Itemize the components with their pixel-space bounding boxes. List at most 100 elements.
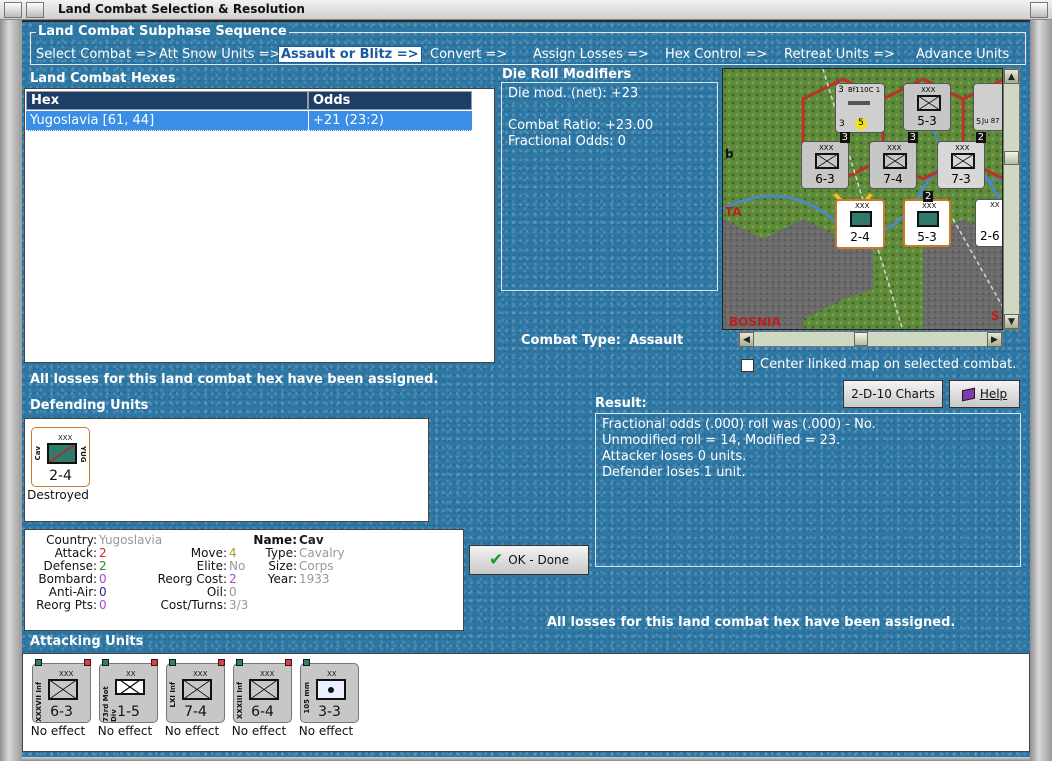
attacking-unit-1-size: XXX: [59, 670, 74, 678]
ok-done-button[interactable]: ✔ OK - Done: [469, 545, 589, 575]
attacking-unit-4-strength: 6-4: [251, 704, 274, 720]
map-label-region: TA: [725, 205, 742, 219]
map-label-b: b: [725, 147, 734, 161]
hexes-column-hex[interactable]: Hex: [26, 91, 308, 110]
attacking-unit-1-strength: 6-3: [50, 704, 73, 720]
map-unit-m3[interactable]: 2 XXX 7-3: [937, 132, 986, 189]
map-unit-m5-name: Ju 87: [982, 117, 1000, 125]
map-unit-m6-cavalry-icon: [850, 211, 872, 227]
unit-status-indicator-2: [84, 659, 91, 666]
cavalry-icon: [47, 443, 77, 464]
map-unit-m3-infantry-icon: [951, 153, 975, 169]
map-unit-m7-badge: 2: [923, 191, 934, 202]
sequence-title: Land Combat Subphase Sequence: [36, 24, 289, 39]
seq-advance-units[interactable]: Advance Units: [916, 47, 1009, 62]
defending-unit-size: XXX: [58, 434, 73, 442]
charts-button[interactable]: 2-D-10 Charts: [843, 380, 943, 408]
seq-hex-control[interactable]: Hex Control =>: [665, 47, 767, 62]
scroll-up-icon[interactable]: ▲: [1004, 69, 1019, 84]
attacking-unit-2-strength: 1-5: [117, 704, 140, 720]
charts-button-label: 2-D-10 Charts: [851, 387, 935, 401]
map-unit-m2-badge: 3: [907, 132, 918, 143]
map-unit-m1-badge: 3: [839, 132, 850, 143]
map-horizontal-scroll-thumb[interactable]: [854, 332, 868, 346]
attacking-title: Attacking Units: [30, 634, 144, 649]
map-vertical-scrollbar[interactable]: ▲ ▼: [1003, 68, 1020, 330]
scroll-down-icon[interactable]: ▼: [1004, 314, 1019, 329]
unit-status-indicator: [303, 659, 310, 666]
losses-message-bottom: All losses for this land combat hex have…: [547, 615, 956, 630]
stat-country: Yugoslavia: [99, 533, 163, 547]
defending-unit-nation: YUG: [79, 446, 87, 463]
map-vertical-scroll-thumb[interactable]: [1004, 151, 1019, 165]
window-menu-button[interactable]: [4, 2, 22, 18]
result-box: Fractional odds (.000) roll was (.000) -…: [595, 413, 1021, 567]
stat-year: 1933: [299, 572, 330, 586]
modifiers-net: Die mod. (net): +23: [508, 86, 639, 101]
map-unit-m8-str: 2-6: [980, 229, 1000, 243]
seq-att-snow-units[interactable]: Att Snow Units =>: [159, 47, 280, 62]
seq-retreat-units[interactable]: Retreat Units =>: [784, 47, 895, 62]
hexes-row-odds[interactable]: +21 (23:2): [308, 111, 472, 131]
window-menu-button-2[interactable]: [26, 2, 44, 18]
map-unit-m7[interactable]: 2 XXX 5-3: [903, 191, 951, 247]
combat-map[interactable]: BOSNIA TA b S 3 Bf110C 1 3 5 XXX 5-3 Ju …: [722, 68, 1003, 330]
center-link-label[interactable]: Center linked map on selected combat.: [760, 357, 1016, 372]
map-unit-m6[interactable]: XXX 2-4: [835, 199, 885, 249]
modifiers-title: Die Roll Modifiers: [502, 67, 632, 82]
infantry-icon: [48, 679, 78, 700]
scroll-left-icon[interactable]: ◀: [739, 332, 754, 347]
stat-reorg: 0: [99, 598, 107, 612]
map-unit-m3-badge: 2: [975, 132, 986, 143]
seq-convert[interactable]: Convert =>: [430, 47, 507, 62]
hexes-row-hex[interactable]: Yugoslavia [61, 44]: [26, 111, 308, 131]
defending-title: Defending Units: [30, 398, 149, 413]
attacking-unit-2-size: XX: [126, 670, 136, 678]
defending-unit-strength: 2-4: [49, 468, 72, 484]
attacking-unit-2[interactable]: XX 73rd Mot Div 1-5: [99, 659, 158, 723]
losses-message-top: All losses for this land combat hex have…: [30, 372, 439, 387]
map-unit-m5[interactable]: Ju 87 5: [973, 83, 1002, 131]
map-unit-m2[interactable]: 3 XXX 7-4: [869, 132, 918, 189]
artillery-dot-icon: [328, 686, 334, 693]
attacking-unit-4[interactable]: XXX XXXIII Inf 6-4: [233, 659, 292, 723]
scroll-right-icon[interactable]: ▶: [987, 332, 1002, 347]
stat-reorg-label: Reorg Pts:: [36, 598, 97, 612]
modifiers-fractional: Fractional Odds: 0: [508, 134, 626, 149]
help-button[interactable]: Help: [949, 380, 1020, 408]
unit-status-indicator-2: [285, 659, 292, 666]
result-line-3: Attacker loses 0 units.: [602, 449, 747, 464]
ok-done-button-label: OK - Done: [508, 553, 570, 567]
map-unit-air[interactable]: 3 Bf110C 1 3 5: [835, 83, 885, 133]
attacking-unit-3-strength: 7-4: [184, 704, 207, 720]
map-unit-m4[interactable]: XXX 5-3: [903, 83, 951, 131]
center-link-checkbox[interactable]: [741, 359, 754, 372]
map-unit-air-top: 3: [838, 85, 844, 95]
defending-unit-counter[interactable]: XXX Cav YUG 2-4: [31, 427, 90, 487]
map-horizontal-scrollbar[interactable]: ◀ ▶: [738, 331, 1003, 347]
hexes-column-odds[interactable]: Odds: [308, 91, 472, 110]
frame-left: [0, 20, 22, 761]
attacking-unit-3[interactable]: XXX LXI Inf 7-4: [166, 659, 225, 723]
seq-assault-or-blitz[interactable]: Assault or Blitz =>: [278, 46, 422, 63]
airplane-icon: [848, 101, 870, 105]
map-unit-m1[interactable]: 3 XXX 6-3: [801, 132, 850, 189]
map-unit-m2-size: XXX: [887, 144, 902, 152]
attacking-unit-5-size: XX: [327, 670, 337, 678]
map-unit-m2-infantry-icon: [883, 153, 907, 169]
help-button-label: Help: [979, 387, 1008, 401]
map-unit-m2-str: 7-4: [883, 172, 903, 186]
attacking-unit-5[interactable]: XX 105 mm 3-3: [300, 659, 359, 723]
motorized-infantry-icon: [115, 679, 145, 695]
seq-select-combat[interactable]: Select Combat =>: [36, 47, 157, 62]
seq-assign-losses[interactable]: Assign Losses =>: [533, 47, 649, 62]
attacking-unit-1[interactable]: XXX XXXVII Inf 6-3: [32, 659, 91, 723]
combat-type-value: Assault: [629, 333, 684, 348]
map-unit-m8[interactable]: XX 2-6: [975, 199, 1002, 247]
map-unit-air-name: Bf110C 1: [848, 86, 881, 94]
map-unit-m3-size: XXX: [955, 144, 970, 152]
window-titlebar: Land Combat Selection & Resolution: [0, 0, 1052, 20]
map-unit-m4-str: 5-3: [917, 114, 937, 128]
window-close-button[interactable]: [1030, 2, 1048, 18]
attacking-unit-5-strength: 3-3: [318, 704, 341, 720]
